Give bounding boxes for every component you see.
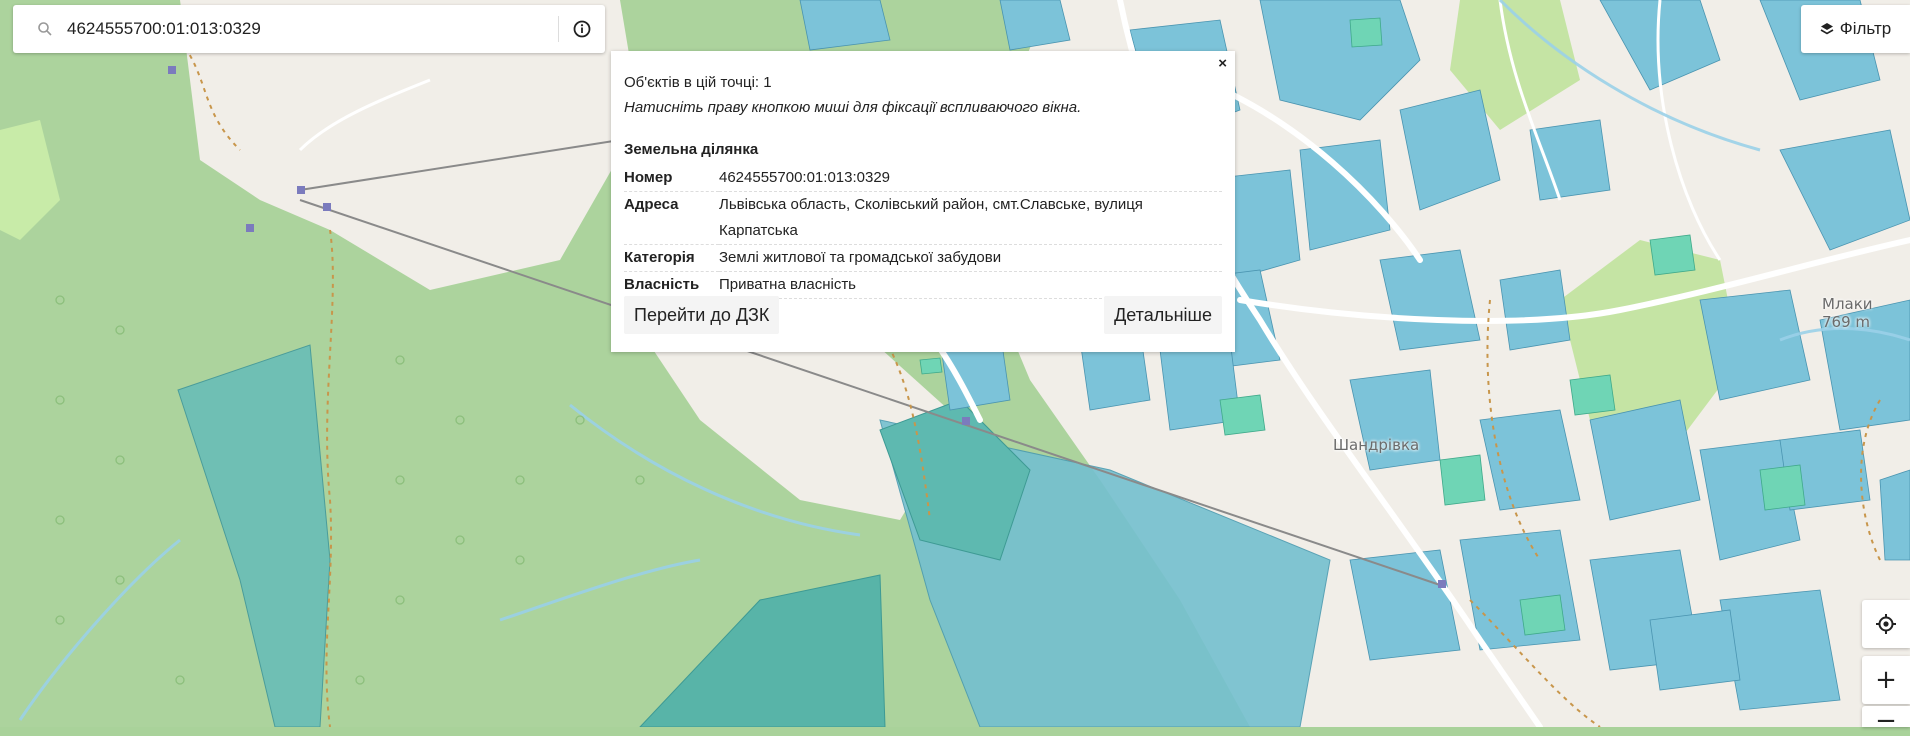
info-icon xyxy=(573,20,591,38)
attribute-key: Категорія xyxy=(624,244,719,272)
parcel-attributes-table: Номер 4624555700:01:013:0329 Адреса Львівс… xyxy=(624,165,1222,299)
details-button[interactable]: Детальніше xyxy=(1104,296,1222,334)
attribute-key: Власність xyxy=(624,271,719,299)
search-bar xyxy=(13,5,605,53)
attribute-key: Номер xyxy=(624,165,719,192)
place-label-mlaky: Млаки xyxy=(1822,295,1873,313)
locate-button[interactable] xyxy=(1862,600,1910,648)
object-count: Об'єктів в цій точці: 1 xyxy=(624,74,772,91)
place-label-mlaky-elevation: 769 m xyxy=(1822,313,1871,331)
layers-icon xyxy=(1820,23,1834,35)
popup-close-button[interactable]: × xyxy=(1218,56,1227,72)
popup-section-title: Земельна ділянка xyxy=(624,141,759,158)
zoom-out-button[interactable]: − xyxy=(1862,706,1910,736)
attribute-value: Землі житлової та громадської забудови xyxy=(719,244,1222,272)
popup-hint: Натисніть праву кнопкою миші для фіксаці… xyxy=(624,99,1082,116)
attribute-value: Приватна власність xyxy=(719,271,1222,299)
goto-dzk-button[interactable]: Перейти до ДЗК xyxy=(624,296,780,334)
info-button[interactable] xyxy=(559,5,605,53)
table-row: Категорія Землі житлової та громадської з… xyxy=(624,244,1222,272)
attribute-value: Львівська область, Сколівський район, см… xyxy=(719,191,1222,245)
search-icon xyxy=(38,22,52,36)
search-input[interactable] xyxy=(67,19,497,39)
parcel-popup: × Об'єктів в цій точці: 1 Натисніть прав… xyxy=(611,51,1235,352)
filter-button[interactable]: Фільтр xyxy=(1801,5,1910,53)
attribute-value: 4624555700:01:013:0329 xyxy=(719,165,1222,192)
zoom-in-button[interactable]: + xyxy=(1862,656,1910,704)
attribute-key: Адреса xyxy=(624,191,719,245)
table-row: Власність Приватна власність xyxy=(624,271,1222,299)
locate-icon xyxy=(1876,614,1896,634)
place-label-shandrivka: Шандрівка xyxy=(1333,436,1420,454)
table-row: Адреса Львівська область, Сколівський рай… xyxy=(624,191,1222,245)
table-row: Номер 4624555700:01:013:0329 xyxy=(624,165,1222,192)
filter-label: Фільтр xyxy=(1839,19,1892,38)
